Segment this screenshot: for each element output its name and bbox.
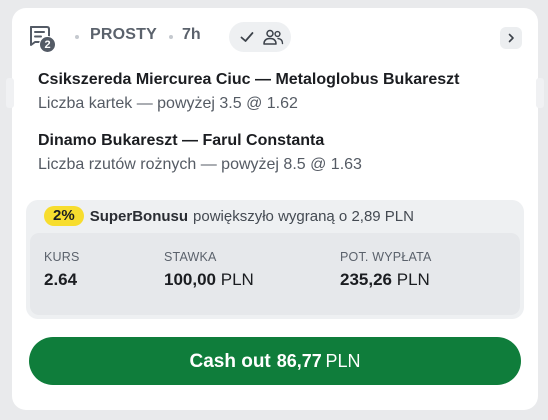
match-name: Csikszereda Miercurea Ciuc — Metaloglobu…: [38, 71, 460, 88]
bonus-name: SuperBonusu: [89, 207, 189, 225]
bet-header: 2 PROSTY 7h: [12, 8, 538, 64]
market-description: Liczba rzutów rożnych — powyżej 8.5 @ 1.…: [38, 156, 362, 173]
stake-currency: PLN: [220, 270, 254, 289]
expand-button[interactable]: [500, 27, 522, 49]
stake-stat: STAWKA 100,00 PLN: [164, 250, 254, 290]
superbonus-line: 2% SuperBonusu powiększyło wygraną o 2,8…: [44, 205, 414, 227]
odds-stat: KURS 2.64: [44, 250, 80, 290]
carousel-edge-left: [6, 78, 14, 108]
payout-stat: POT. WYPŁATA 235,26 PLN: [340, 250, 432, 290]
cash-out-label: Cash out: [189, 351, 271, 372]
cash-out-amount: 86,77: [276, 351, 322, 371]
odds-label: KURS: [44, 250, 80, 264]
bet-stats-panel: KURS 2.64 STAWKA 100,00 PLN POT. WYPŁATA…: [30, 233, 520, 315]
payout-value: 235,26: [340, 270, 392, 289]
bonus-percent-badge: 2%: [44, 206, 84, 226]
cash-out-button[interactable]: Cash out 86,77 PLN: [29, 337, 521, 385]
odds-value: 2.64: [44, 270, 78, 289]
cash-out-currency: PLN: [325, 351, 361, 371]
payout-currency: PLN: [396, 270, 430, 289]
stake-label: STAWKA: [164, 250, 217, 264]
separator-dot: [75, 35, 79, 39]
match-name: Dinamo Bukareszt — Farul Constanta: [38, 132, 325, 149]
bet-card: 2 PROSTY 7h Csikszereda Miercurea Ciuc —…: [6, 8, 544, 410]
stake-value: 100,00: [164, 270, 216, 289]
users-icon: [263, 29, 284, 45]
carousel-edge-right: [536, 78, 544, 108]
bet-type-label: PROSTY: [90, 26, 157, 43]
check-icon: [240, 32, 254, 42]
market-description: Liczba kartek — powyżej 3.5 @ 1.62: [38, 95, 298, 112]
chevron-right-icon: [508, 33, 514, 43]
payout-label: POT. WYPŁATA: [340, 250, 432, 264]
bet-count-badge: 2: [39, 36, 56, 53]
bonus-description: powiększyło wygraną o 2,89 PLN: [193, 207, 414, 225]
selection-item: Csikszereda Miercurea Ciuc — Metaloglobu…: [38, 71, 459, 113]
bonus-summary-box: 2% SuperBonusu powiększyło wygraną o 2,8…: [26, 200, 524, 319]
status-pill[interactable]: [229, 22, 291, 52]
time-ago-label: 7h: [182, 26, 201, 43]
separator-dot: [169, 35, 173, 39]
selection-item: Dinamo Bukareszt — Farul Constanta Liczb…: [38, 132, 362, 174]
